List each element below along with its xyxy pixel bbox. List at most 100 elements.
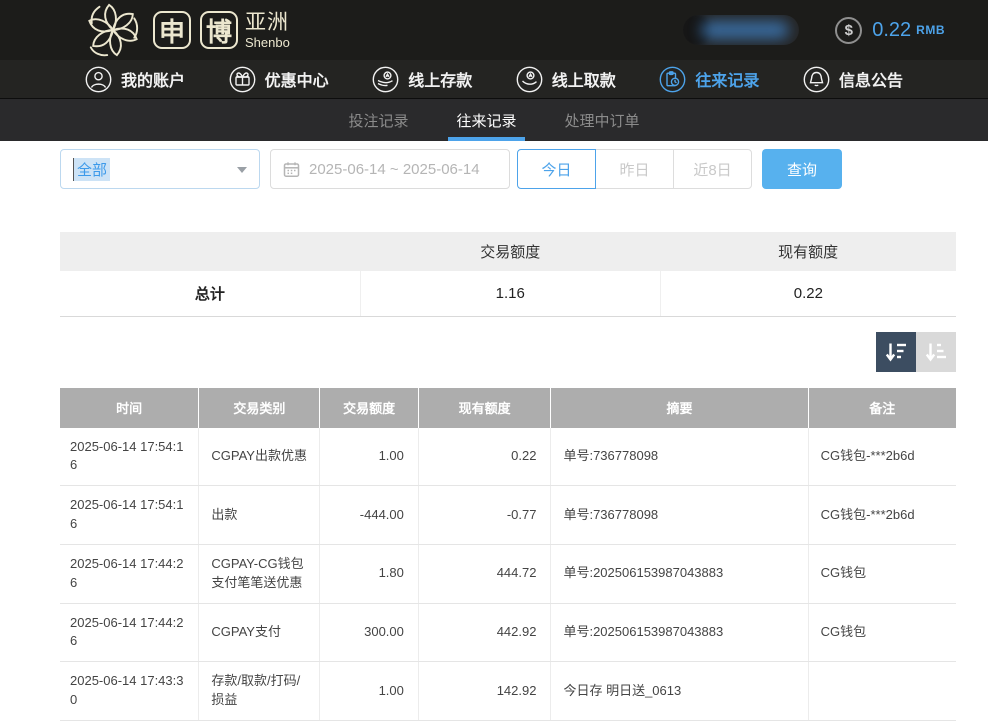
- blurred-username-blob: [701, 21, 789, 39]
- date-range-picker[interactable]: 2025-06-14 ~ 2025-06-14: [270, 149, 510, 189]
- sort-descending-button[interactable]: [876, 332, 916, 372]
- subtab-1[interactable]: 投注记录: [340, 99, 416, 141]
- top-header: 申 博 亚洲 Shenbo $ 0.22 RMB: [0, 0, 988, 60]
- table-cell: 2025-06-14 17:43:30: [60, 662, 199, 721]
- summary-header-row: 交易额度 现有额度: [60, 232, 956, 271]
- search-button[interactable]: 查询: [762, 149, 842, 189]
- balance-display[interactable]: $ 0.22 RMB: [835, 17, 945, 44]
- nav-item-1[interactable]: 我的账户: [85, 66, 185, 93]
- filter-row: 全部 2025-06-14 ~ 2025-06-14 今日昨日近8日 查询: [60, 149, 956, 189]
- sort-controls: [60, 332, 956, 372]
- table-cell: 存款/取款/打码/损益: [199, 662, 320, 721]
- table-cell: 2025-06-14 17:54:16: [60, 486, 199, 545]
- calendar-icon: [283, 161, 300, 178]
- table-cell: 1.00: [320, 662, 419, 721]
- table-cell: 444.72: [418, 544, 551, 603]
- selected-type-value: 全部: [73, 158, 110, 181]
- table-cell: 2025-06-14 17:44:26: [60, 603, 199, 662]
- transaction-type-select[interactable]: 全部: [60, 149, 260, 189]
- logo-char-box: 博: [200, 11, 238, 49]
- site-logo[interactable]: 申 博 亚洲 Shenbo: [82, 2, 290, 58]
- deposit-hand-coin-icon: [372, 66, 399, 93]
- table-cell: 出款: [199, 486, 320, 545]
- table-row: 2025-06-14 17:44:26CGPAY支付300.00442.92单号…: [60, 603, 956, 662]
- balance-amount: 0.22: [872, 19, 911, 42]
- logo-region-text: 亚洲 Shenbo: [245, 12, 290, 49]
- table-cell: 单号:202506153987043883: [551, 544, 808, 603]
- nav-item-label: 我的账户: [121, 67, 185, 91]
- quick-date-button-3[interactable]: 近8日: [673, 149, 752, 189]
- col-header-summary: 摘要: [551, 388, 808, 428]
- table-cell: CG钱包-***2b6d: [808, 428, 956, 486]
- balance-currency: RMB: [916, 23, 945, 37]
- table-cell: 300.00: [320, 603, 419, 662]
- col-header-time: 时间: [60, 388, 199, 428]
- table-row: 2025-06-14 17:44:26CGPAY-CG钱包支付笔笔送优惠1.80…: [60, 544, 956, 603]
- table-cell: CGPAY支付: [199, 603, 320, 662]
- subtab-3[interactable]: 处理中订单: [557, 99, 648, 141]
- quick-date-button-1[interactable]: 今日: [517, 149, 596, 189]
- table-cell: 2025-06-14 17:44:26: [60, 544, 199, 603]
- nav-item-2[interactable]: 优惠中心: [229, 66, 329, 93]
- table-cell: 1.80: [320, 544, 419, 603]
- bell-icon: [803, 66, 830, 93]
- table-cell: 142.92: [418, 662, 551, 721]
- table-cell: CG钱包: [808, 603, 956, 662]
- records-header-row: 时间 交易类别 交易额度 现有额度 摘要 备注: [60, 388, 956, 428]
- dollar-circle-icon: $: [835, 17, 862, 44]
- summary-table: 交易额度 现有额度 总计 1.16 0.22: [60, 232, 956, 317]
- table-cell: 2025-06-14 17:54:16: [60, 428, 199, 486]
- withdraw-hand-coin-icon: [516, 66, 543, 93]
- nav-item-3[interactable]: 线上存款: [372, 66, 472, 93]
- table-cell: [808, 662, 956, 721]
- table-cell: CG钱包: [808, 544, 956, 603]
- logo-subtitle: Shenbo: [245, 36, 290, 49]
- table-cell: 0.22: [418, 428, 551, 486]
- summary-header-current: 现有额度: [660, 232, 956, 271]
- nav-item-label: 线上存款: [408, 67, 472, 91]
- date-range-value: 2025-06-14 ~ 2025-06-14: [309, 161, 480, 178]
- transaction-record-icon: [659, 66, 686, 93]
- col-header-current-amount: 现有额度: [418, 388, 551, 428]
- table-row: 2025-06-14 17:54:16出款-444.00-0.77单号:7367…: [60, 486, 956, 545]
- nav-item-4[interactable]: 线上取款: [516, 66, 616, 93]
- nav-item-5[interactable]: 往来记录: [659, 66, 759, 93]
- table-cell: 今日存 明日送_0613: [551, 662, 808, 721]
- summary-total-label: 总计: [60, 271, 360, 316]
- quick-date-button-2[interactable]: 昨日: [595, 149, 674, 189]
- record-subtabs: 投注记录往来记录处理中订单: [0, 99, 988, 141]
- col-header-type: 交易类别: [199, 388, 320, 428]
- sort-descending-icon: [884, 340, 908, 364]
- logo-region-cn: 亚洲: [245, 12, 290, 33]
- nav-item-label: 往来记录: [695, 67, 759, 91]
- nav-item-label: 信息公告: [839, 67, 903, 91]
- subtab-2[interactable]: 往来记录: [448, 99, 524, 141]
- logo-char-box: 申: [153, 11, 191, 49]
- sort-ascending-icon: [924, 340, 948, 364]
- nav-item-label: 优惠中心: [265, 67, 329, 91]
- table-cell: 单号:736778098: [551, 486, 808, 545]
- summary-total-row: 总计 1.16 0.22: [60, 271, 956, 316]
- summary-header-transaction: 交易额度: [360, 232, 660, 271]
- nav-item-label: 线上取款: [552, 67, 616, 91]
- table-cell: 单号:202506153987043883: [551, 603, 808, 662]
- table-row: 2025-06-14 17:43:30存款/取款/打码/损益1.00142.92…: [60, 662, 956, 721]
- gift-icon: [229, 66, 256, 93]
- table-cell: CGPAY出款优惠: [199, 428, 320, 486]
- quick-date-buttons: 今日昨日近8日: [517, 149, 752, 189]
- nav-item-6[interactable]: 信息公告: [803, 66, 903, 93]
- summary-header-empty: [60, 232, 360, 271]
- content-area: 全部 2025-06-14 ~ 2025-06-14 今日昨日近8日 查询 交易…: [0, 149, 988, 721]
- records-table: 时间 交易类别 交易额度 现有额度 摘要 备注 2025-06-14 17:54…: [60, 388, 956, 721]
- table-cell: -444.00: [320, 486, 419, 545]
- chevron-down-icon: [237, 167, 247, 173]
- sort-ascending-button[interactable]: [916, 332, 956, 372]
- table-cell: 442.92: [418, 603, 551, 662]
- table-cell: CGPAY-CG钱包支付笔笔送优惠: [199, 544, 320, 603]
- flower-logo-icon: [82, 2, 144, 58]
- main-nav: 我的账户 优惠中心 线上存款 线上取款 往来记录 信息公告: [0, 60, 988, 99]
- user-icon: [85, 66, 112, 93]
- summary-current-amount: 0.22: [660, 271, 956, 316]
- masked-username[interactable]: [683, 15, 799, 45]
- col-header-remark: 备注: [808, 388, 956, 428]
